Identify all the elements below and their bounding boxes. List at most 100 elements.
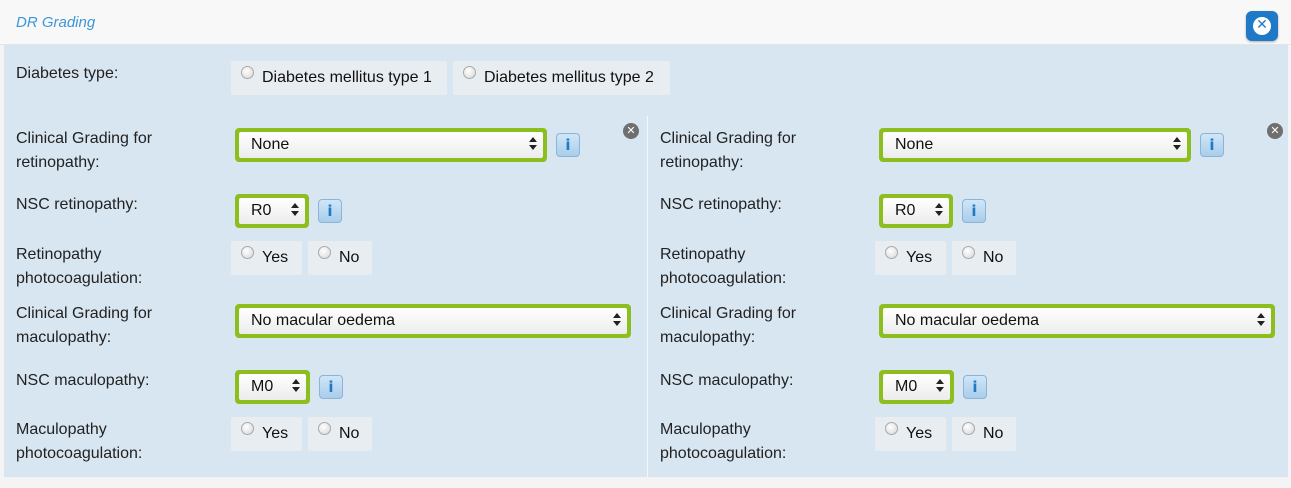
- radio-button[interactable]: [463, 66, 476, 79]
- retino-photo-no-option[interactable]: No: [308, 241, 372, 275]
- option-label: No: [339, 249, 360, 266]
- radio-button[interactable]: [318, 246, 331, 259]
- label-line: retinopathy:: [16, 154, 100, 171]
- info-button[interactable]: i: [1200, 133, 1224, 157]
- info-button[interactable]: i: [319, 375, 343, 399]
- dr-grading-panel: [4, 45, 1288, 477]
- clinical-retinopathy-select[interactable]: None: [235, 128, 547, 162]
- retinopathy-photocoagulation-label: Retinopathy photocoagulation:: [660, 243, 786, 291]
- option-label: No: [339, 425, 360, 442]
- clinical-maculopathy-select[interactable]: No macular oedema: [879, 304, 1275, 338]
- select-arrows-icon: [613, 311, 621, 329]
- clinical-retinopathy-select[interactable]: None: [879, 128, 1191, 162]
- info-button[interactable]: i: [963, 375, 987, 399]
- radio-button[interactable]: [241, 66, 254, 79]
- select-arrows-icon: [529, 135, 537, 153]
- select-arrows-icon: [291, 201, 299, 219]
- info-icon: i: [327, 202, 333, 220]
- nsc-maculopathy-select[interactable]: M0: [235, 370, 310, 404]
- select-value: No macular oedema: [251, 312, 396, 329]
- option-label: Yes: [262, 249, 289, 266]
- clinical-retinopathy-label: Clinical Grading for retinopathy:: [16, 127, 152, 175]
- nsc-retinopathy-select[interactable]: R0: [235, 194, 309, 228]
- page-background: [0, 477, 1291, 488]
- label-line: Clinical Grading for: [660, 305, 797, 322]
- nsc-retinopathy-select[interactable]: R0: [879, 194, 953, 228]
- select-value: None: [895, 136, 934, 153]
- retino-photo-yes-option[interactable]: Yes: [231, 241, 302, 275]
- option-label: Yes: [262, 425, 289, 442]
- label-line: photocoagulation:: [660, 445, 787, 462]
- select-value: None: [251, 136, 290, 153]
- remove-side-button[interactable]: ✕: [623, 123, 639, 139]
- select-arrows-icon: [1257, 311, 1265, 329]
- label-line: photocoagulation:: [660, 270, 787, 287]
- label-line: Clinical Grading for: [660, 130, 797, 147]
- label-line: retinopathy:: [660, 154, 744, 171]
- nsc-maculopathy-label: NSC maculopathy:: [16, 372, 150, 389]
- nsc-maculopathy-select[interactable]: M0: [879, 370, 954, 404]
- close-icon: ✕: [1270, 124, 1280, 137]
- info-icon: i: [971, 202, 977, 220]
- option-label: Diabetes mellitus type 2: [484, 69, 654, 86]
- label-line: Retinopathy: [16, 246, 102, 263]
- nsc-retinopathy-label: NSC retinopathy:: [660, 196, 782, 213]
- info-button[interactable]: i: [962, 199, 986, 223]
- info-button[interactable]: i: [556, 133, 580, 157]
- radio-button[interactable]: [241, 246, 254, 259]
- info-icon: i: [972, 378, 978, 396]
- clinical-maculopathy-label: Clinical Grading for maculopathy:: [16, 302, 152, 350]
- info-icon: i: [565, 136, 571, 154]
- retino-photo-yes-option[interactable]: Yes: [875, 241, 946, 275]
- radio-button[interactable]: [885, 422, 898, 435]
- clinical-retinopathy-label: Clinical Grading for retinopathy:: [660, 127, 796, 175]
- select-value: M0: [251, 378, 274, 395]
- section-title: DR Grading: [16, 14, 96, 31]
- label-line: photocoagulation:: [16, 445, 143, 462]
- info-icon: i: [328, 378, 334, 396]
- maculopathy-photocoagulation-label: Maculopathy photocoagulation:: [660, 418, 786, 466]
- label-line: photocoagulation:: [16, 270, 143, 287]
- select-arrows-icon: [292, 377, 300, 395]
- label-line: maculopathy:: [16, 329, 112, 346]
- label-line: Clinical Grading for: [16, 305, 153, 322]
- retinopathy-photocoagulation-label: Retinopathy photocoagulation:: [16, 243, 142, 291]
- select-arrows-icon: [936, 377, 944, 395]
- close-circle-icon: ✕: [1256, 17, 1268, 33]
- nsc-retinopathy-label: NSC retinopathy:: [16, 196, 138, 213]
- label-line: Maculopathy: [16, 421, 107, 438]
- select-arrows-icon: [1173, 135, 1181, 153]
- label-line: Maculopathy: [660, 421, 751, 438]
- option-label: No: [983, 425, 1004, 442]
- select-value: R0: [251, 202, 272, 219]
- select-value: No macular oedema: [895, 312, 1040, 329]
- maculopathy-photocoagulation-label: Maculopathy photocoagulation:: [16, 418, 142, 466]
- close-icon: ✕: [626, 124, 636, 137]
- radio-button[interactable]: [241, 422, 254, 435]
- radio-button[interactable]: [318, 422, 331, 435]
- clinical-maculopathy-label: Clinical Grading for maculopathy:: [660, 302, 796, 350]
- close-section-button[interactable]: ✕: [1246, 11, 1278, 41]
- select-value: R0: [895, 202, 916, 219]
- option-label: Yes: [906, 249, 933, 266]
- diabetes-type1-option[interactable]: Diabetes mellitus type 1: [231, 61, 447, 95]
- option-label: No: [983, 249, 1004, 266]
- macu-photo-no-option[interactable]: No: [308, 417, 372, 451]
- remove-side-button[interactable]: ✕: [1267, 123, 1283, 139]
- label-line: Clinical Grading for: [16, 130, 153, 147]
- diabetes-type2-option[interactable]: Diabetes mellitus type 2: [453, 61, 670, 95]
- info-button[interactable]: i: [318, 199, 342, 223]
- radio-button[interactable]: [885, 246, 898, 259]
- radio-button[interactable]: [962, 246, 975, 259]
- clinical-maculopathy-select[interactable]: No macular oedema: [235, 304, 631, 338]
- select-value: M0: [895, 378, 918, 395]
- macu-photo-yes-option[interactable]: Yes: [875, 417, 946, 451]
- macu-photo-no-option[interactable]: No: [952, 417, 1016, 451]
- label-line: Retinopathy: [660, 246, 746, 263]
- radio-button[interactable]: [962, 422, 975, 435]
- macu-photo-yes-option[interactable]: Yes: [231, 417, 302, 451]
- option-label: Diabetes mellitus type 1: [262, 69, 432, 86]
- retino-photo-no-option[interactable]: No: [952, 241, 1016, 275]
- select-arrows-icon: [935, 201, 943, 219]
- label-line: maculopathy:: [660, 329, 756, 346]
